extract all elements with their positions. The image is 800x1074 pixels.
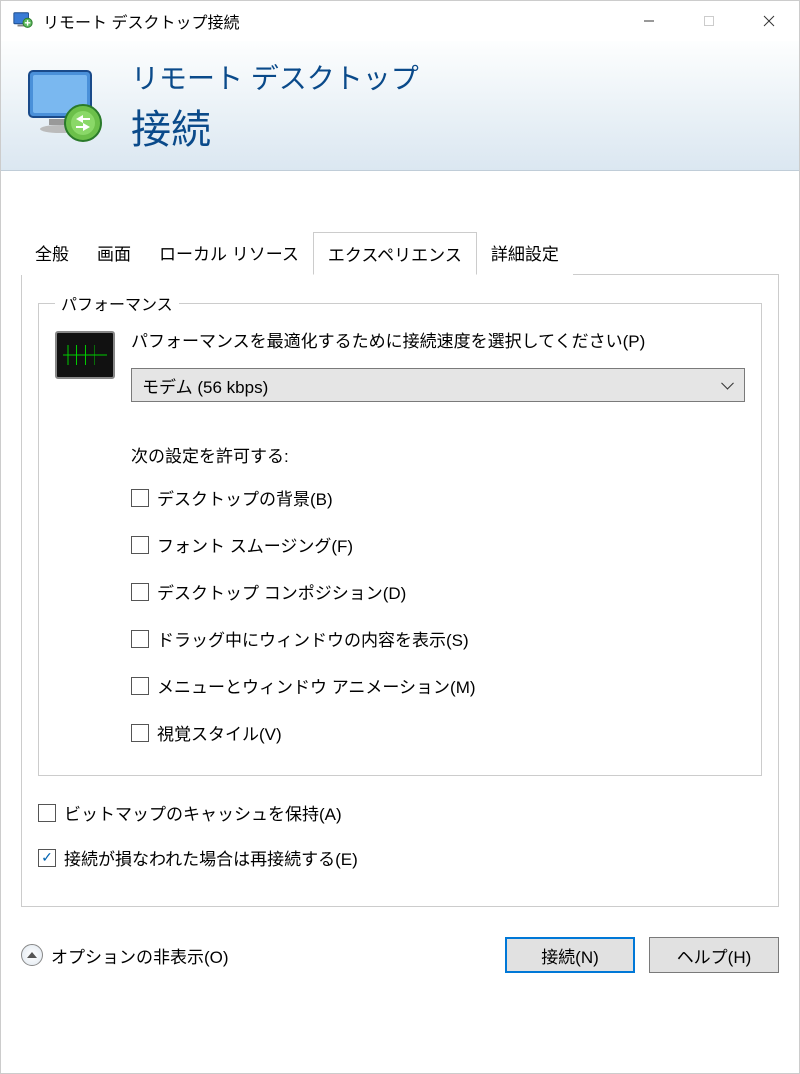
performance-instruction: パフォーマンスを最適化するために接続速度を選択してください(P)	[131, 327, 745, 352]
checkbox-label: メニューとウィンドウ アニメーション(M)	[157, 673, 476, 698]
maximize-button	[679, 1, 739, 41]
checkbox-label: デスクトップの背景(B)	[157, 485, 333, 510]
checkbox-font-smoothing[interactable]: フォント スムージング(F)	[131, 532, 745, 557]
performance-legend: パフォーマンス	[55, 291, 179, 315]
options-toggle-label: オプションの非表示(O)	[51, 943, 229, 968]
tab-experience[interactable]: エクスペリエンス	[313, 232, 477, 275]
checkbox-icon	[131, 630, 149, 648]
close-button[interactable]	[739, 1, 799, 41]
tab-advanced[interactable]: 詳細設定	[477, 232, 573, 275]
window-title: リモート デスクトップ接続	[43, 9, 619, 33]
tab-strip: 全般 画面 ローカル リソース エクスペリエンス 詳細設定	[21, 231, 779, 275]
help-button[interactable]: ヘルプ(H)	[649, 937, 779, 973]
checkbox-visual-styles[interactable]: 視覚スタイル(V)	[131, 720, 745, 745]
header-title: リモート デスクトップ	[131, 57, 419, 97]
checkbox-menu-animation[interactable]: メニューとウィンドウ アニメーション(M)	[131, 673, 745, 698]
tab-general[interactable]: 全般	[21, 232, 83, 275]
checkbox-desktop-composition[interactable]: デスクトップ コンポジション(D)	[131, 579, 745, 604]
app-icon	[11, 9, 35, 33]
checkbox-icon	[131, 677, 149, 695]
checkbox-label: 接続が損なわれた場合は再接続する(E)	[64, 845, 358, 870]
checkbox-reconnect[interactable]: ✓ 接続が損なわれた場合は再接続する(E)	[38, 845, 762, 870]
header-subtitle: 接続	[131, 97, 419, 155]
titlebar: リモート デスクトップ接続	[1, 1, 799, 41]
checkbox-label: フォント スムージング(F)	[157, 532, 353, 557]
allow-settings-label: 次の設定を許可する:	[131, 442, 745, 467]
header: リモート デスクトップ 接続	[1, 41, 799, 171]
checkbox-label: 視覚スタイル(V)	[157, 720, 282, 745]
footer: オプションの非表示(O) 接続(N) ヘルプ(H)	[1, 937, 799, 993]
header-icon	[21, 61, 111, 151]
connect-button[interactable]: 接続(N)	[505, 937, 635, 973]
tab-local-resources[interactable]: ローカル リソース	[145, 232, 313, 275]
checkbox-label: ビットマップのキャッシュを保持(A)	[64, 800, 342, 825]
checkbox-icon	[131, 536, 149, 554]
connection-speed-value: モデム (56 kbps)	[142, 373, 268, 398]
performance-icon	[55, 331, 115, 379]
checkbox-show-window-contents[interactable]: ドラッグ中にウィンドウの内容を表示(S)	[131, 626, 745, 651]
tab-panel-experience: パフォーマンス パフォーマンスを最適化するために接続速度を選択してください(P)…	[21, 275, 779, 907]
checkbox-icon	[38, 804, 56, 822]
options-toggle[interactable]: オプションの非表示(O)	[21, 943, 229, 968]
checkbox-icon	[131, 489, 149, 507]
checkbox-icon: ✓	[38, 849, 56, 867]
checkbox-label: デスクトップ コンポジション(D)	[157, 579, 406, 604]
performance-group: パフォーマンス パフォーマンスを最適化するために接続速度を選択してください(P)…	[38, 291, 762, 776]
checkbox-desktop-background[interactable]: デスクトップの背景(B)	[131, 485, 745, 510]
checkbox-icon	[131, 583, 149, 601]
checkbox-bitmap-cache[interactable]: ビットマップのキャッシュを保持(A)	[38, 800, 762, 825]
minimize-button[interactable]	[619, 1, 679, 41]
connection-speed-select[interactable]: モデム (56 kbps)	[131, 368, 745, 402]
checkbox-label: ドラッグ中にウィンドウの内容を表示(S)	[157, 626, 469, 651]
collapse-icon	[21, 944, 43, 966]
checkbox-icon	[131, 724, 149, 742]
tab-display[interactable]: 画面	[83, 232, 145, 275]
